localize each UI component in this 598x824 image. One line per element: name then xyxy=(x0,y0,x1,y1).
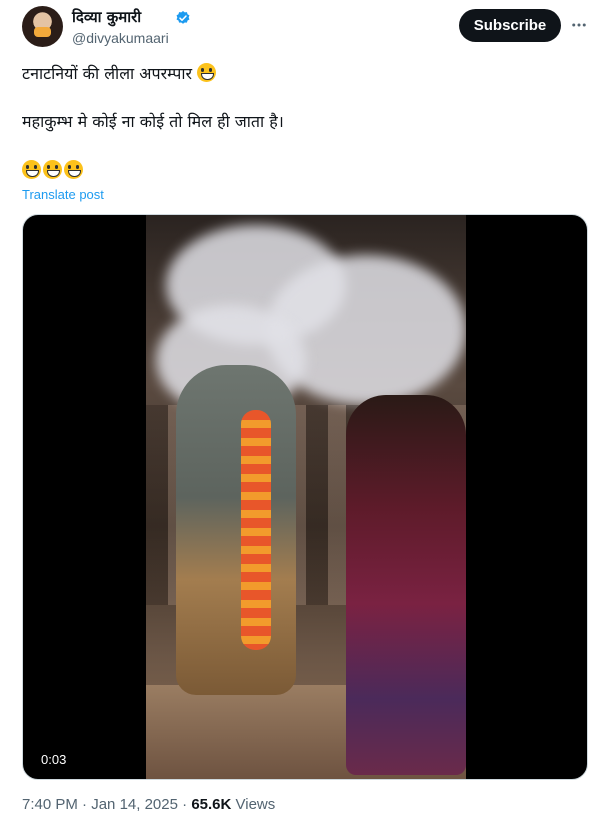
meta-separator: · xyxy=(82,796,88,813)
post-time[interactable]: 7:40 PM xyxy=(22,796,78,813)
grinning-face-emoji xyxy=(43,160,62,179)
views-label: Views xyxy=(235,796,276,813)
grinning-face-emoji xyxy=(197,63,217,82)
grinning-face-emoji xyxy=(64,160,83,179)
dancer-in-lehenga xyxy=(346,395,466,775)
video-player[interactable]: 0:03 xyxy=(22,214,588,780)
post-emoji-line xyxy=(22,160,85,182)
post-metadata: 7:40 PM · Jan 14, 2025 · 65.6K Views xyxy=(22,796,275,813)
views-count: 65.6K xyxy=(191,796,232,813)
costumed-performer xyxy=(176,365,296,695)
post-text-line-2: महाकुम्भ मे कोई ना कोई तो मिल ही जाता है… xyxy=(22,112,284,131)
flower-garland xyxy=(241,410,271,650)
author-handle[interactable]: @divyakumaari xyxy=(72,30,169,46)
post-date[interactable]: Jan 14, 2025 xyxy=(91,796,178,813)
author-display-name[interactable]: दिव्या कुमारी xyxy=(72,7,141,27)
verified-badge-icon xyxy=(176,11,190,24)
post-text: टनाटनियों की लीला अपरम्पार xyxy=(22,64,193,83)
meta-separator: · xyxy=(182,796,188,813)
avatar[interactable] xyxy=(22,6,63,47)
grinning-face-emoji xyxy=(22,160,41,179)
post-header: दिव्या कुमारी @divyakumaari Subscribe xyxy=(22,6,592,50)
post-text-line-1: टनाटनियों की लीला अपरम्पार xyxy=(22,63,218,85)
translate-post-link[interactable]: Translate post xyxy=(22,187,104,202)
video-timestamp: 0:03 xyxy=(35,750,73,769)
video-frame[interactable] xyxy=(146,215,466,779)
more-horizontal-icon[interactable] xyxy=(568,14,590,36)
subscribe-button[interactable]: Subscribe xyxy=(459,9,561,42)
